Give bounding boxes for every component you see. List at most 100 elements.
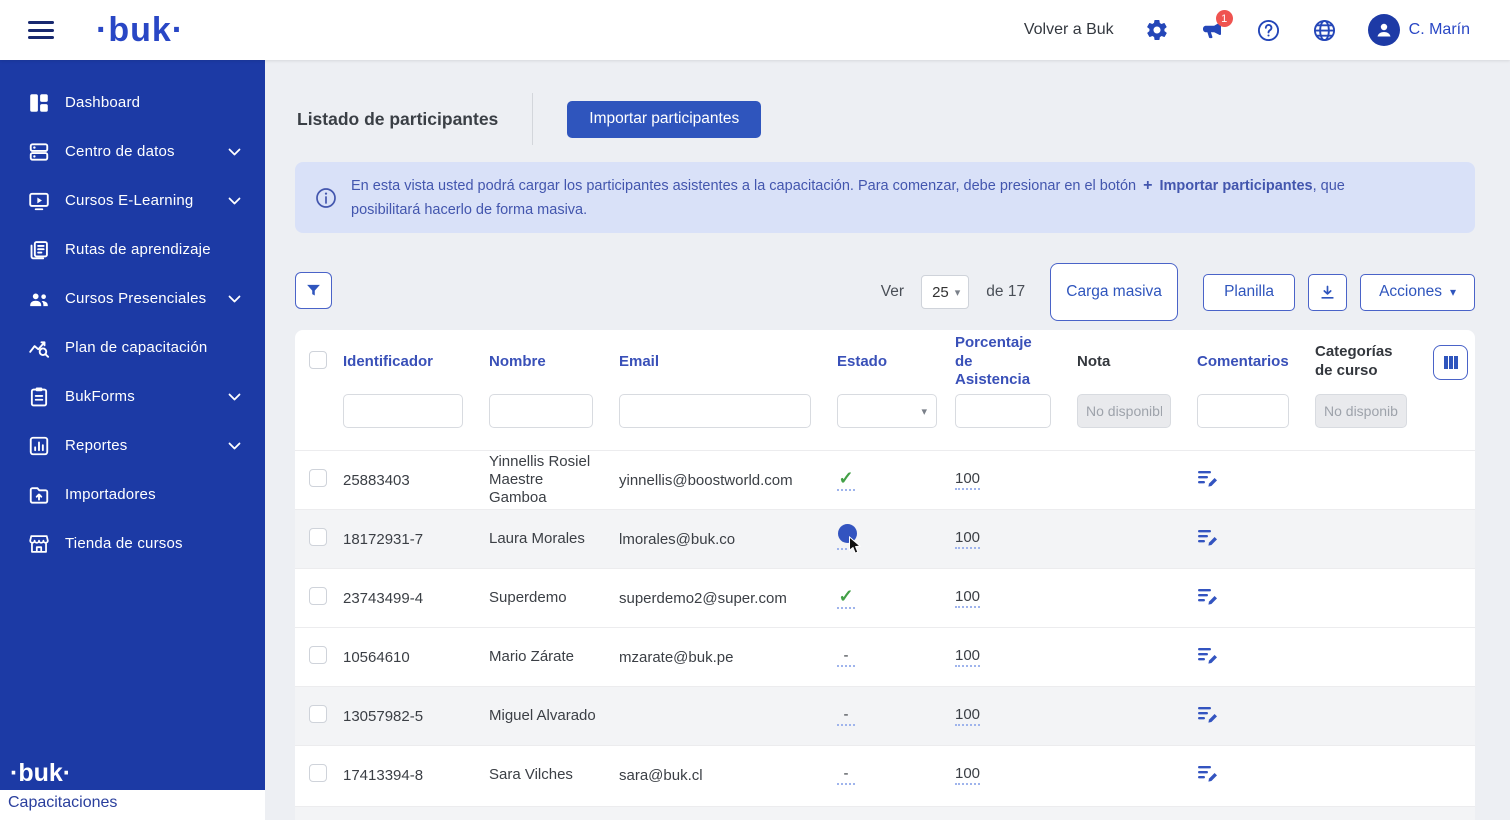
data-center-icon	[28, 141, 50, 163]
table-row[interactable]: 18172931-7 Laura Morales lmorales@buk.co…	[295, 509, 1475, 568]
porcentaje-value[interactable]: 100	[955, 647, 980, 667]
carga-masiva-button[interactable]: Carga masiva	[1050, 263, 1178, 321]
table-header-row: Identificador Nombre Email Estado Porcen…	[295, 330, 1475, 394]
row-checkbox[interactable]	[309, 705, 327, 723]
globe-icon[interactable]	[1312, 17, 1338, 43]
row-checkbox[interactable]	[309, 469, 327, 487]
filter-porcentaje-input[interactable]	[955, 394, 1051, 428]
estado-value[interactable]: ✓	[837, 587, 855, 609]
download-button[interactable]	[1308, 274, 1347, 311]
table-row[interactable]: 23743499-4 Superdemo superdemo2@super.co…	[295, 568, 1475, 627]
porcentaje-value[interactable]: 100	[955, 706, 980, 726]
planilla-button[interactable]: Planilla	[1203, 274, 1295, 311]
estado-value[interactable]: -	[837, 706, 855, 726]
notification-badge: 1	[1216, 10, 1233, 27]
sidebar-item-centro-de-datos[interactable]: Centro de datos	[0, 127, 265, 176]
info-text: En esta vista usted podrá cargar los par…	[351, 174, 1385, 221]
chevron-down-icon	[228, 197, 241, 205]
chevron-down-icon	[228, 393, 241, 401]
table-filter-row: ▾	[295, 394, 1475, 450]
comment-edit-icon[interactable]	[1197, 528, 1218, 547]
filter-comentarios-input[interactable]	[1197, 394, 1289, 428]
comment-edit-icon[interactable]	[1197, 646, 1218, 665]
dashboard-icon	[28, 92, 50, 114]
clipboard-icon	[28, 386, 50, 408]
sidebar-item-cursos-presenciales[interactable]: Cursos Presenciales	[0, 274, 265, 323]
estado-value[interactable]: -	[837, 647, 855, 667]
page-size-select[interactable]: 25▾	[921, 275, 969, 309]
page-title: Listado de participantes	[297, 109, 498, 130]
sidebar-item-cursos-e-learning[interactable]: Cursos E-Learning	[0, 176, 265, 225]
importar-participantes-button[interactable]: Importar participantes	[567, 101, 761, 138]
mouse-cursor	[848, 536, 863, 559]
comment-edit-icon[interactable]	[1197, 705, 1218, 724]
caret-down-icon: ▾	[1450, 285, 1456, 299]
comment-edit-icon[interactable]	[1197, 469, 1218, 488]
porcentaje-value[interactable]: 100	[955, 765, 980, 785]
sidebar-item-bukforms[interactable]: BukForms	[0, 372, 265, 421]
filter-email-input[interactable]	[619, 394, 811, 428]
toolbar: Ver 25▾ de 17 Carga masiva Planilla Acci…	[295, 262, 1475, 322]
filter-nota-input	[1077, 394, 1171, 428]
user-menu[interactable]: C. Marín	[1368, 14, 1470, 46]
comment-edit-icon[interactable]	[1197, 587, 1218, 606]
table-row[interactable]: 10564610 Mario Zárate mzarate@buk.pe - 1…	[295, 627, 1475, 686]
table-row[interactable]: 13057982-5 Miguel Alvarado - 100	[295, 686, 1475, 745]
chevron-down-icon	[228, 148, 241, 156]
announcements-icon[interactable]: 1	[1200, 17, 1226, 43]
acciones-button[interactable]: Acciones▾	[1360, 274, 1475, 311]
col-header-nota: Nota	[1077, 353, 1197, 372]
chevron-down-icon	[228, 295, 241, 303]
sidebar-footer: Capacitaciones	[0, 790, 265, 820]
caret-down-icon: ▾	[921, 405, 927, 418]
help-icon[interactable]	[1256, 17, 1282, 43]
col-header-porcentaje[interactable]: Porcentaje de Asistencia	[955, 334, 1059, 390]
main-content: Listado de participantes Importar partic…	[265, 60, 1510, 820]
col-header-estado[interactable]: Estado	[837, 353, 955, 372]
partial-next-row	[295, 806, 1475, 820]
filter-nombre-input[interactable]	[489, 394, 593, 428]
filter-estado-select[interactable]: ▾	[837, 394, 937, 428]
col-header-email[interactable]: Email	[619, 353, 837, 372]
table-row[interactable]: 25883403 Yinnellis Rosiel Maestre Gamboa…	[295, 450, 1475, 509]
hamburger-menu-icon[interactable]	[28, 21, 54, 39]
top-header: ·buk· Volver a Buk 1 C. Marín	[0, 0, 1510, 60]
col-header-identificador[interactable]: Identificador	[343, 353, 489, 372]
volver-a-buk-link[interactable]: Volver a Buk	[1024, 21, 1114, 39]
people-icon	[28, 288, 50, 310]
column-picker-button[interactable]	[1433, 345, 1468, 380]
storefront-icon	[28, 533, 50, 555]
comment-edit-icon[interactable]	[1197, 764, 1218, 783]
col-header-nombre[interactable]: Nombre	[489, 353, 619, 372]
sidebar-item-importadores[interactable]: Importadores	[0, 470, 265, 519]
sidebar-buk-logo: ·buk·	[10, 759, 71, 788]
filter-identificador-input[interactable]	[343, 394, 463, 428]
gear-icon[interactable]	[1144, 17, 1170, 43]
funnel-icon	[305, 282, 322, 299]
porcentaje-value[interactable]: 100	[955, 529, 980, 549]
porcentaje-value[interactable]: 100	[955, 470, 980, 490]
sidebar-item-reportes[interactable]: Reportes	[0, 421, 265, 470]
estado-value[interactable]: -	[837, 765, 855, 785]
learning-path-icon	[28, 239, 50, 261]
estado-value[interactable]: ✓	[837, 469, 855, 491]
row-checkbox[interactable]	[309, 764, 327, 782]
col-header-comentarios[interactable]: Comentarios	[1197, 353, 1315, 372]
check-icon: ✓	[838, 586, 853, 606]
sidebar-item-plan-de-capacitacion[interactable]: Plan de capacitación	[0, 323, 265, 372]
total-count-label: de 17	[986, 283, 1025, 301]
sidebar-item-rutas-de-aprendizaje[interactable]: Rutas de aprendizaje	[0, 225, 265, 274]
row-checkbox[interactable]	[309, 528, 327, 546]
row-checkbox[interactable]	[309, 587, 327, 605]
select-all-checkbox[interactable]	[309, 351, 327, 369]
sidebar-item-tienda-de-cursos[interactable]: Tienda de cursos	[0, 519, 265, 568]
sidebar-item-dashboard[interactable]: Dashboard	[0, 78, 265, 127]
sidebar-nav: Dashboard Centro de datos Cursos E-Learn…	[0, 60, 265, 568]
table-row[interactable]: 17413394-8 Sara Vilches sara@buk.cl - 10…	[295, 745, 1475, 804]
bar-chart-icon	[28, 435, 50, 457]
ver-label: Ver	[881, 283, 904, 301]
elearning-icon	[28, 190, 50, 212]
row-checkbox[interactable]	[309, 646, 327, 664]
filter-button[interactable]	[295, 272, 332, 309]
porcentaje-value[interactable]: 100	[955, 588, 980, 608]
